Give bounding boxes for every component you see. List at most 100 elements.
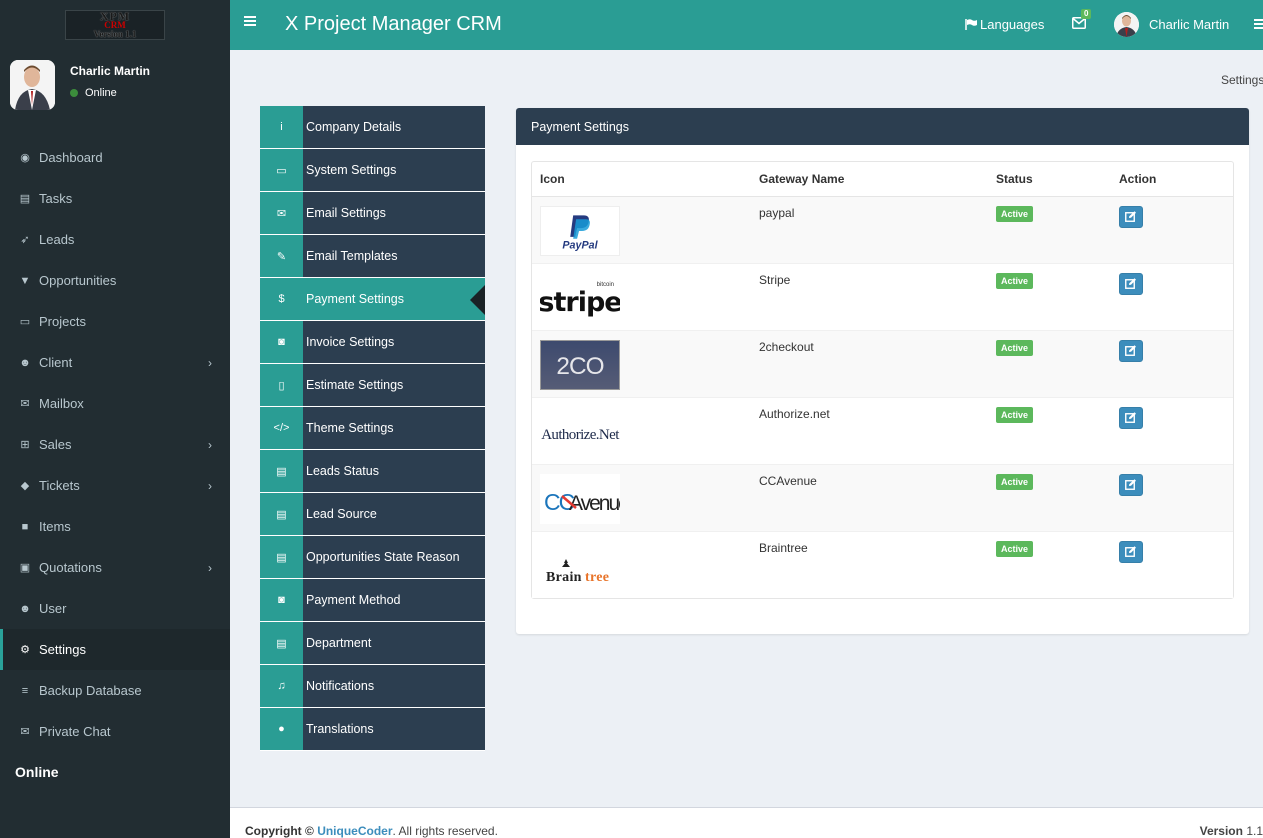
company-link[interactable]: UniqueCoder xyxy=(317,824,392,838)
edit-button[interactable] xyxy=(1119,406,1143,429)
version: Version 1.1 xyxy=(1200,824,1263,838)
edit-icon: ✎ xyxy=(260,235,303,277)
col-action: Action xyxy=(1111,162,1233,197)
settings-nav-opportunities-state-reason[interactable]: ▤ Opportunities State Reason xyxy=(260,536,485,579)
svg-text:Authorize.Net: Authorize.Net xyxy=(541,427,620,443)
chevron-right-icon: › xyxy=(208,355,212,370)
settings-nav-company-details[interactable]: i Company Details xyxy=(260,106,485,149)
bell-icon: ♫ xyxy=(260,665,303,707)
cart-icon: ⊞ xyxy=(20,439,30,451)
edit-button[interactable] xyxy=(1119,339,1143,362)
edit-icon xyxy=(1125,278,1136,289)
sidebar-item-opportunities[interactable]: ▼ Opportunities xyxy=(0,260,230,301)
svg-text:Brain: Brain xyxy=(546,570,582,585)
col-status: Status xyxy=(988,162,1111,197)
table-header-row: Icon Gateway Name Status Action xyxy=(532,162,1233,197)
breadcrumb[interactable]: Settings xyxy=(1221,73,1263,87)
languages-menu[interactable]: Languages xyxy=(965,17,1044,32)
settings-nav-label: Opportunities State Reason xyxy=(303,536,485,578)
settings-nav-leads-status[interactable]: ▤ Leads Status xyxy=(260,450,485,493)
svg-text:Avenue: Avenue xyxy=(569,492,620,515)
sidebar-toggle-icon[interactable] xyxy=(244,16,256,26)
flag-icon xyxy=(965,19,977,30)
list-icon: ▤ xyxy=(260,622,303,664)
settings-nav-payment-method[interactable]: ◙ Payment Method xyxy=(260,579,485,622)
col-icon: Icon xyxy=(532,162,751,197)
svg-text:2CO: 2CO xyxy=(556,352,603,379)
gateway-name: CCAvenue xyxy=(751,463,988,531)
sidebar-item-tickets[interactable]: ◆ Tickets › xyxy=(0,465,230,506)
settings-nav-estimate-settings[interactable]: ▯ Estimate Settings xyxy=(260,364,485,407)
header-avatar[interactable] xyxy=(1114,12,1139,37)
logo-line-3: Version 1.1 xyxy=(93,28,137,39)
settings-nav-department[interactable]: ▤ Department xyxy=(260,622,485,665)
settings-nav-translations[interactable]: ● Translations xyxy=(260,708,485,751)
gateway-name: paypal xyxy=(751,195,988,263)
header-user-name[interactable]: Charlic Martin xyxy=(1149,17,1229,32)
app-title: X Project Manager CRM xyxy=(285,13,502,35)
settings-nav-label: Email Templates xyxy=(303,235,485,277)
sidebar-item-label: Tickets xyxy=(39,478,80,493)
control-sidebar-icon[interactable] xyxy=(1254,19,1263,31)
user-panel: Charlic Martin Online xyxy=(10,60,150,112)
settings-nav-payment-settings[interactable]: $ Payment Settings xyxy=(260,278,485,321)
status-badge: Active xyxy=(996,406,1034,423)
sidebar-item-label: Leads xyxy=(39,232,75,247)
sidebar-item-user[interactable]: ☻ User xyxy=(0,588,230,629)
settings-nav-lead-source[interactable]: ▤ Lead Source xyxy=(260,493,485,536)
sidebar-item-leads[interactable]: ➶ Leads xyxy=(0,219,230,260)
file-icon: ▯ xyxy=(260,364,303,406)
gateway-action-cell xyxy=(1111,329,1233,397)
settings-nav-label: Estimate Settings xyxy=(303,364,485,406)
gateway-action-cell xyxy=(1111,195,1233,263)
settings-nav-label: Leads Status xyxy=(303,450,485,492)
sidebar-item-projects[interactable]: ▭ Projects xyxy=(0,301,230,342)
chevron-right-icon: › xyxy=(208,478,212,493)
edit-button[interactable] xyxy=(1119,272,1143,295)
sidebar-item-settings[interactable]: ⚙ Settings xyxy=(0,629,230,670)
edit-button[interactable] xyxy=(1119,473,1143,496)
settings-nav-invoice-settings[interactable]: ◙ Invoice Settings xyxy=(260,321,485,364)
gateway-status-cell: Active xyxy=(988,463,1111,531)
gateway-table-wrapper: Icon Gateway Name Status Action PayPal pa… xyxy=(531,161,1234,599)
settings-nav-label: Company Details xyxy=(303,106,485,148)
sidebar-item-items[interactable]: ■ Items xyxy=(0,506,230,547)
copyright-suffix: . All rights reserved. xyxy=(392,824,498,838)
sidebar-item-label: Private Chat xyxy=(39,724,111,739)
sidebar-item-client[interactable]: ☻ Client › xyxy=(0,342,230,383)
gateway-icon-cell: Brain tree xyxy=(532,530,751,598)
envelope-icon: ✉ xyxy=(20,398,30,410)
settings-nav-notifications[interactable]: ♫ Notifications xyxy=(260,665,485,708)
ccavenue-logo: CCAvenue xyxy=(540,473,743,524)
sidebar-item-mailbox[interactable]: ✉ Mailbox xyxy=(0,383,230,424)
settings-nav-system-settings[interactable]: ▭ System Settings xyxy=(260,149,485,192)
gateway-name: Braintree xyxy=(751,530,988,598)
sidebar-item-backup-database[interactable]: ≡ Backup Database xyxy=(0,670,230,711)
sidebar-item-label: Backup Database xyxy=(39,683,142,698)
gateway-action-cell xyxy=(1111,463,1233,531)
users-icon: ☻ xyxy=(19,356,31,369)
svg-text:PayPal: PayPal xyxy=(562,239,598,251)
cogs-icon: ⚙ xyxy=(20,644,30,656)
sidebar-item-quotations[interactable]: ▣ Quotations › xyxy=(0,547,230,588)
settings-nav-email-settings[interactable]: ✉ Email Settings xyxy=(260,192,485,235)
2checkout-logo: 2CO xyxy=(540,339,743,390)
chevron-right-icon: › xyxy=(208,560,212,575)
gateway-status-cell: Active xyxy=(988,262,1111,330)
edit-button[interactable] xyxy=(1119,205,1143,228)
edit-button[interactable] xyxy=(1119,540,1143,563)
edit-icon xyxy=(1125,412,1136,423)
sidebar-item-sales[interactable]: ⊞ Sales › xyxy=(0,424,230,465)
settings-nav-theme-settings[interactable]: </> Theme Settings xyxy=(260,407,485,450)
mail-count-badge: 0 xyxy=(1081,9,1092,19)
settings-nav-email-templates[interactable]: ✎ Email Templates xyxy=(260,235,485,278)
settings-nav-label: Payment Method xyxy=(303,579,485,621)
gateway-status-cell: Active xyxy=(988,195,1111,263)
sidebar-item-private-chat[interactable]: ✉ Private Chat xyxy=(0,711,230,752)
gateway-name: Authorize.net xyxy=(751,396,988,464)
logo[interactable]: XPM CRM Version 1.1 xyxy=(0,0,230,50)
gateway-status-cell: Active xyxy=(988,396,1111,464)
sidebar-item-dashboard[interactable]: ◉ Dashboard xyxy=(0,137,230,178)
version-number: 1.1 xyxy=(1246,824,1263,838)
sidebar-item-tasks[interactable]: ▤ Tasks xyxy=(0,178,230,219)
